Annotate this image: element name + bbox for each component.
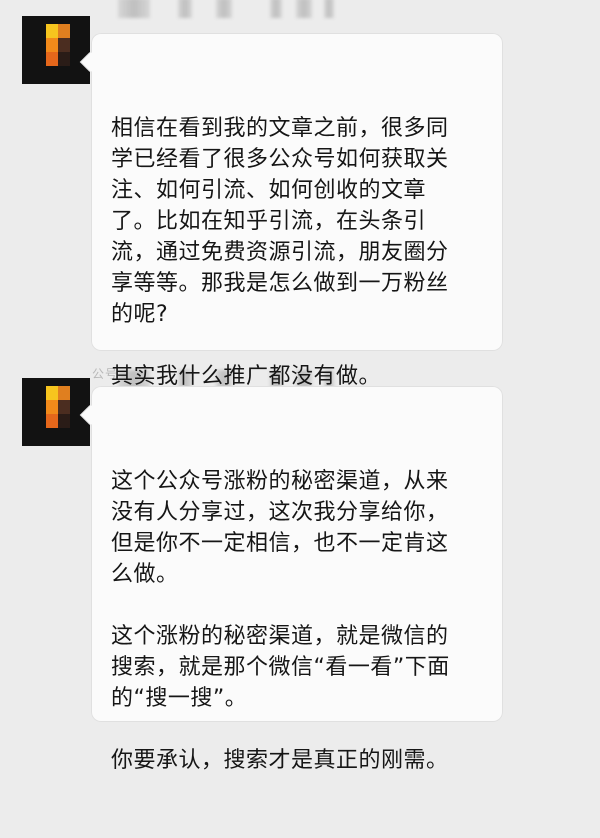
message-row: 公号 这个公众号涨粉的秘密渠道，从来 没有人分享过，这次我分享给你， 但是你不一… [0,360,600,773]
message-bubble[interactable]: 这个公众号涨粉的秘密渠道，从来 没有人分享过，这次我分享给你， 但是你不一定相信… [91,386,503,773]
avatar-icon [46,24,58,38]
avatar[interactable] [22,378,90,446]
avatar[interactable] [22,16,90,84]
message-row: 相信在看到我的文章之前，很多同 学已经看了很多公众号如何获取关 注、如何引流、如… [0,0,600,389]
message-bubble[interactable]: 相信在看到我的文章之前，很多同 学已经看了很多公众号如何获取关 注、如何引流、如… [91,33,503,389]
avatar-icon [46,386,58,400]
message-text: 这个公众号涨粉的秘密渠道，从来 没有人分享过，这次我分享给你， 但是你不一定相信… [111,469,450,773]
sender-name-blurred [92,0,352,20]
message-text: 相信在看到我的文章之前，很多同 学已经看了很多公众号如何获取关 注、如何引流、如… [111,116,449,389]
